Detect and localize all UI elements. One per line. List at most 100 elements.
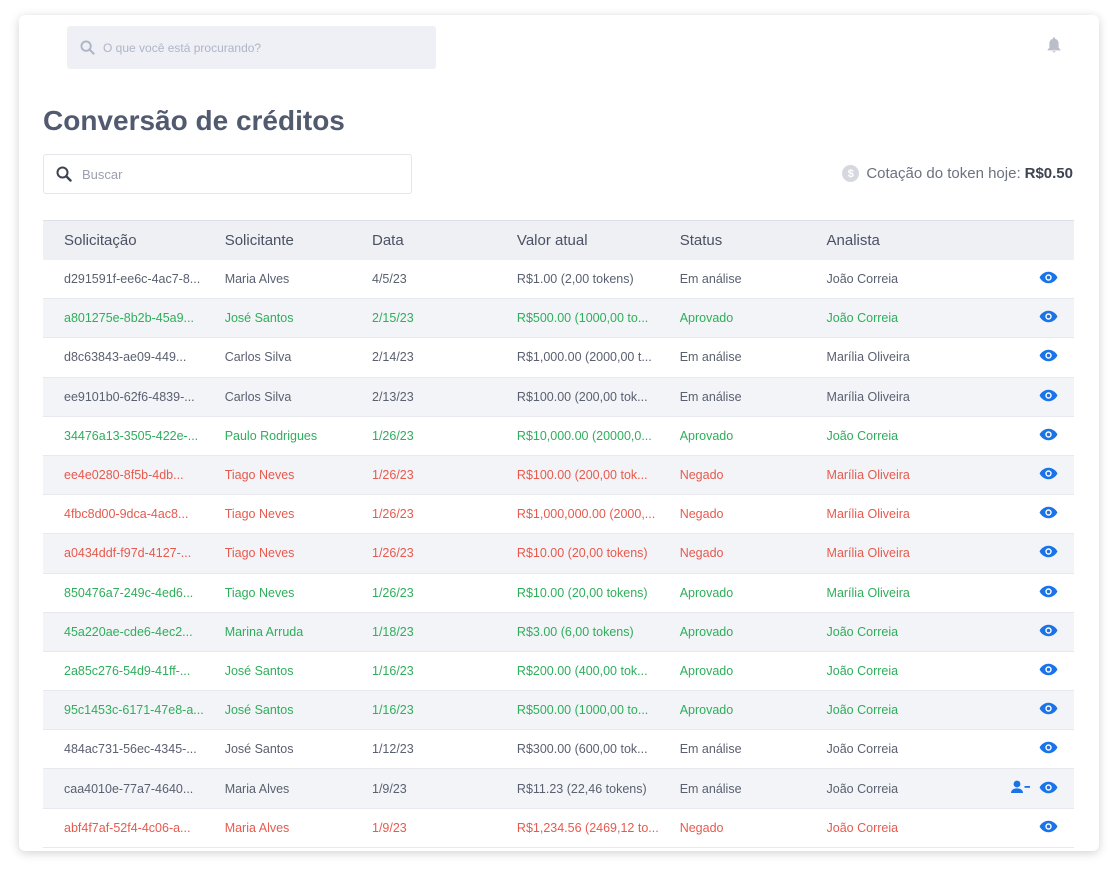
table-row[interactable]: 484ac731-56ec-4345-... José Santos 1/12/23… <box>43 730 1074 769</box>
row-actions <box>982 534 1074 573</box>
cell-request-id: d291591f-ee6c-4ac7-8... <box>64 271 201 286</box>
cell-analyst: Marília Oliveira <box>826 389 910 404</box>
cell-requester: Tiago Neves <box>224 546 295 561</box>
cell-request-id: ee4e0280-8f5b-4db... <box>64 468 184 483</box>
cell-request-id: 95c1453c-6171-47e8-a... <box>64 703 204 718</box>
eye-icon[interactable] <box>1039 663 1058 679</box>
cell-requester: Tiago Neves <box>224 585 295 600</box>
cell-current-value: R$11.23 (22,46 tokens) <box>516 781 647 796</box>
eye-icon[interactable] <box>1039 271 1058 287</box>
eye-icon[interactable] <box>1039 349 1058 365</box>
table-row[interactable]: 95c1453c-6171-47e8-a... José Santos 1/16/2… <box>43 690 1074 730</box>
row-actions <box>982 769 1074 808</box>
page-title: Conversão de créditos <box>43 105 345 136</box>
table-row[interactable]: a801275e-8b2b-45a9... José Santos 2/15/23 R… <box>43 298 1074 338</box>
row-actions <box>982 455 1074 494</box>
cell-date: 2/13/23 <box>372 389 414 404</box>
cell-analyst: João Correia <box>826 663 899 678</box>
table-row[interactable]: d8c63843-ae09-449... Carlos Silva 2/14/23 R… <box>43 338 1074 378</box>
eye-icon[interactable] <box>1039 781 1058 797</box>
table-row[interactable]: 2a85c276-54d9-41ff-... José Santos 1/16/23… <box>43 651 1074 691</box>
cell-analyst: João Correia <box>826 781 899 796</box>
table-row[interactable]: 34476a13-3505-422e-... Paulo Rodrigues 1/2… <box>43 416 1074 456</box>
cell-current-value: R$1.00 (2,00 tokens) <box>516 271 634 286</box>
cell-requester: Maria Alves <box>224 271 290 286</box>
table-row[interactable]: 45a220ae-cde6-4ec2... Marina Arruda 1/18/2… <box>43 612 1074 652</box>
table-search-input[interactable] <box>82 166 382 182</box>
eye-icon[interactable] <box>1039 467 1058 483</box>
eye-icon[interactable] <box>1039 428 1058 444</box>
eye-icon[interactable] <box>1039 585 1058 601</box>
cell-requester: Maria Alves <box>224 820 290 835</box>
cell-current-value: R$1,000,000.00 (2000,... <box>516 507 656 522</box>
bell-icon[interactable] <box>1046 36 1062 54</box>
eye-icon[interactable] <box>1039 506 1058 522</box>
cell-date: 4/5/23 <box>372 271 407 286</box>
table-row[interactable]: 4fbc8d00-9dca-4ac8... Tiago Neves 1/26/23 R… <box>43 495 1074 534</box>
header-request[interactable]: Solicitação <box>43 221 204 260</box>
search-icon <box>80 40 95 55</box>
cell-status: Negado <box>679 507 724 522</box>
cell-current-value: R$500.00 (1000,00 to... <box>516 703 649 718</box>
eye-icon[interactable] <box>1039 741 1058 757</box>
cell-request-id: 34476a13-3505-422e-... <box>64 428 199 443</box>
table-row[interactable]: a0434ddf-f97d-4127-... Tiago Neves 1/26/23… <box>43 533 1074 573</box>
table-row[interactable]: 850476a7-249c-4ed6... Tiago Neves 1/26/23 R… <box>43 573 1074 613</box>
row-actions <box>982 260 1074 299</box>
header-date[interactable]: Data <box>351 221 496 260</box>
row-actions <box>982 651 1074 690</box>
coin-icon: $ <box>842 165 860 182</box>
table-row[interactable]: caa4010e-77a7-4640... Maria Alves 1/9/23 R$… <box>43 768 1074 809</box>
eye-icon[interactable] <box>1039 702 1058 718</box>
table-row[interactable]: ee9101b0-62f6-4839-... Carlos Silva 2/13/2… <box>43 377 1074 417</box>
cell-request-id: 45a220ae-cde6-4ec2... <box>64 624 193 639</box>
cell-status: Aprovado <box>679 624 734 639</box>
token-quote: $ Cotação do token hoje: R$0.50 <box>842 165 1073 182</box>
cell-date: 1/16/23 <box>372 663 414 678</box>
header-status[interactable]: Status <box>659 221 806 260</box>
cell-current-value: R$300.00 (600,00 tok... <box>516 742 648 757</box>
eye-icon[interactable] <box>1039 820 1058 836</box>
cell-requester: Maria Alves <box>224 781 290 796</box>
eye-icon[interactable] <box>1039 389 1058 405</box>
assign-user-icon[interactable] <box>1011 780 1031 797</box>
cell-date: 1/26/23 <box>372 468 414 483</box>
cell-requester: José Santos <box>224 703 294 718</box>
cell-status: Aprovado <box>679 585 734 600</box>
cell-status: Em análise <box>679 781 742 796</box>
header-actions <box>982 221 1074 260</box>
header-analyst[interactable]: Analista <box>806 221 982 260</box>
table-row[interactable]: d291591f-ee6c-4ac7-8... Maria Alves 4/5/23… <box>43 260 1074 299</box>
row-actions <box>982 416 1074 455</box>
global-search[interactable] <box>67 26 436 69</box>
table-row[interactable]: ee4e0280-8f5b-4db... Tiago Neves 1/26/23 R$… <box>43 455 1074 495</box>
header-requester[interactable]: Solicitante <box>204 221 351 260</box>
cell-current-value: R$3.00 (6,00 tokens) <box>516 624 634 639</box>
eye-icon[interactable] <box>1039 310 1058 326</box>
cell-current-value: R$100.00 (200,00 tok... <box>516 389 648 404</box>
table-row[interactable]: abf4f7af-52f4-4c06-a... Maria Alves 1/9/23… <box>43 808 1074 848</box>
cell-date: 2/14/23 <box>372 350 414 365</box>
row-actions <box>982 299 1074 338</box>
cell-current-value: R$10.00 (20,00 tokens) <box>516 546 648 561</box>
cell-status: Negado <box>679 546 724 561</box>
row-actions <box>982 573 1074 612</box>
cell-status: Em análise <box>679 389 742 404</box>
eye-icon[interactable] <box>1039 545 1058 561</box>
cell-current-value: R$10.00 (20,00 tokens) <box>516 585 648 600</box>
cell-current-value: R$10,000.00 (20000,0... <box>516 428 652 443</box>
cell-request-id: a801275e-8b2b-45a9... <box>64 311 194 326</box>
header-value[interactable]: Valor atual <box>496 221 659 260</box>
eye-icon[interactable] <box>1039 624 1058 640</box>
cell-analyst: Marília Oliveira <box>826 350 910 365</box>
cell-status: Em análise <box>679 742 742 757</box>
cell-date: 1/12/23 <box>372 742 414 757</box>
cell-date: 1/9/23 <box>372 781 407 796</box>
cell-requester: José Santos <box>224 742 294 757</box>
cell-analyst: Marília Oliveira <box>826 507 910 522</box>
cell-date: 2/15/23 <box>372 311 414 326</box>
cell-status: Negado <box>679 468 724 483</box>
global-search-input[interactable] <box>103 40 403 55</box>
cell-requester: Carlos Silva <box>224 350 292 365</box>
table-search[interactable] <box>43 154 412 194</box>
